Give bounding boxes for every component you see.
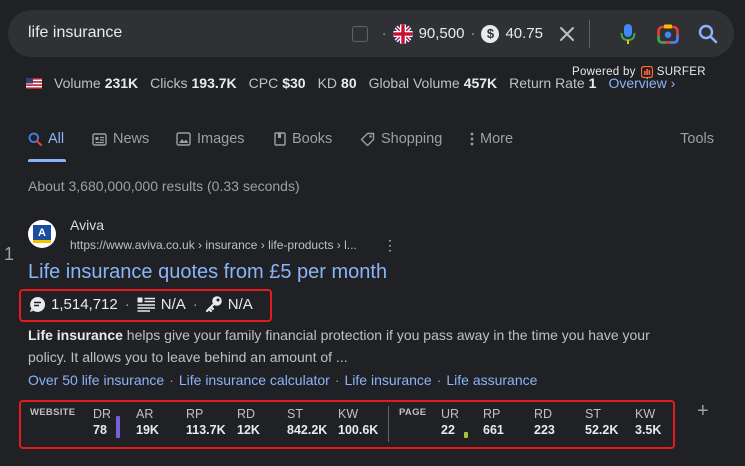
powered-by-surfer: Powered by SURFER xyxy=(572,66,706,78)
result-snippet: Life insurance helps give your family fi… xyxy=(28,324,668,368)
page-rp-header: RP xyxy=(483,407,501,421)
global-volume-value: 457K xyxy=(463,75,498,91)
website-st-header: ST xyxy=(287,407,303,421)
website-rd-header: RD xyxy=(237,407,256,421)
website-ar-value: 19K xyxy=(136,423,159,437)
tab-tools[interactable]: Tools xyxy=(680,131,714,147)
us-flag-icon xyxy=(26,77,42,89)
search-bar[interactable]: life insurance · 90,500 · $ 40.75 xyxy=(8,10,734,57)
cpc-label: CPC xyxy=(248,75,279,91)
page-rp-value: 661 xyxy=(483,423,504,437)
book-icon xyxy=(274,132,286,146)
voice-search-icon[interactable] xyxy=(614,20,642,48)
snippet-highlight: Life insurance xyxy=(28,327,123,343)
website-ar-header: AR xyxy=(136,407,154,421)
tab-news[interactable]: News xyxy=(92,131,149,147)
page-st-value: 52.2K xyxy=(585,423,619,437)
word-count-icon xyxy=(30,296,46,312)
website-st-value: 842.2K xyxy=(287,423,328,437)
add-metric-button[interactable]: + xyxy=(697,400,709,423)
search-icon[interactable] xyxy=(694,20,722,48)
result-options-icon[interactable]: ⋮ xyxy=(383,237,397,254)
tab-images[interactable]: Images xyxy=(176,131,245,147)
surfer-brand: SURFER xyxy=(656,66,706,78)
search-volume-value: 90,500 xyxy=(418,25,465,42)
clicks-value: 193.7K xyxy=(191,75,237,91)
metrics-divider xyxy=(388,406,389,442)
page-ur-value: 22 xyxy=(441,423,455,437)
more-vert-icon xyxy=(470,132,474,146)
tab-more[interactable]: More xyxy=(470,131,513,147)
sitelink[interactable]: Life insurance calculator xyxy=(179,372,330,388)
lens-search-icon[interactable] xyxy=(654,20,682,48)
surfer-logo-icon xyxy=(640,66,653,78)
website-kw-header: KW xyxy=(338,407,359,421)
site-favicon-icon[interactable]: A xyxy=(28,220,56,248)
clear-search-icon[interactable] xyxy=(559,26,575,42)
sitelinks: Over 50 life insurance · Life insurance ca… xyxy=(28,372,538,388)
search-icon xyxy=(28,132,42,146)
dollar-icon: $ xyxy=(481,24,500,43)
news-icon xyxy=(92,132,107,146)
result-stats: About 3,680,000,000 results (0.33 second… xyxy=(28,178,300,194)
global-volume-label: Global Volume xyxy=(368,75,460,91)
search-input[interactable]: life insurance xyxy=(28,24,122,42)
headings-value: N/A xyxy=(160,295,186,313)
search-divider xyxy=(589,19,590,48)
page-ur-header: UR xyxy=(441,407,460,421)
kd-label: KD xyxy=(317,75,338,91)
page-ur-bar xyxy=(464,432,468,438)
result-rank: 1 xyxy=(4,244,15,264)
website-rd-value: 12K xyxy=(237,423,260,437)
website-metrics-label: WEBSITE xyxy=(30,407,76,418)
page-kw-value: 3.5K xyxy=(635,423,662,437)
content-info-row: 1,514,712 · N/A · N/A xyxy=(29,295,253,313)
search-bar-tools: · 90,500 · $ 40.75 xyxy=(351,10,722,57)
page-metrics-label: PAGE xyxy=(399,407,427,418)
site-name[interactable]: Aviva xyxy=(70,217,104,233)
website-dr-value: 78 xyxy=(93,423,107,437)
sitelink[interactable]: Life assurance xyxy=(446,372,537,388)
kd-value: 80 xyxy=(341,75,357,91)
key-icon xyxy=(205,296,222,313)
website-kw-value: 100.6K xyxy=(338,423,379,437)
tag-icon xyxy=(360,132,375,146)
website-rp-header: RP xyxy=(186,407,204,421)
sitelink[interactable]: Over 50 life insurance xyxy=(28,372,164,388)
active-tab-indicator xyxy=(28,159,66,162)
uk-flag-icon xyxy=(392,23,413,44)
website-dr-bar xyxy=(116,416,120,438)
volume-label: Volume xyxy=(54,75,101,91)
keywords-value: N/A xyxy=(227,295,253,313)
select-checkbox[interactable] xyxy=(351,25,368,42)
word-count-value: 1,514,712 xyxy=(51,295,118,313)
search-tabs: All News Images Books Shopping More Tool… xyxy=(28,131,718,162)
tab-shopping[interactable]: Shopping xyxy=(360,131,442,147)
result-title-link[interactable]: Life insurance quotes from £5 per month xyxy=(28,261,387,284)
site-url[interactable]: https://www.aviva.co.uk › insurance › li… xyxy=(70,238,357,252)
website-dr-header: DR xyxy=(93,407,112,421)
cpc-metric-value: $30 xyxy=(282,75,306,91)
sitelink[interactable]: Life insurance xyxy=(345,372,432,388)
headings-icon xyxy=(137,297,155,312)
page-st-header: ST xyxy=(585,407,601,421)
page-rd-header: RD xyxy=(534,407,553,421)
page-rd-value: 223 xyxy=(534,423,555,437)
page-kw-header: KW xyxy=(635,407,656,421)
volume-value: 231K xyxy=(104,75,139,91)
clicks-label: Clicks xyxy=(150,75,188,91)
image-icon xyxy=(176,132,191,146)
tab-all[interactable]: All xyxy=(28,131,64,147)
tab-books[interactable]: Books xyxy=(274,131,332,147)
cpc-value: 40.75 xyxy=(505,25,543,42)
website-rp-value: 113.7K xyxy=(186,423,226,437)
